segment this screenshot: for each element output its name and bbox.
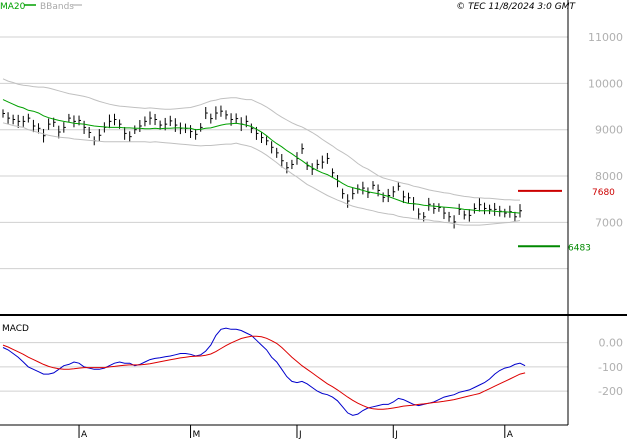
price-y-tick-label: 11000 <box>588 31 623 44</box>
x-tick-label: J <box>394 430 398 440</box>
x-tick-label: J <box>298 430 302 440</box>
price-y-axis: 11000 10000 9000 8000 7000 <box>588 31 623 229</box>
price-y-tick-label: 7000 <box>595 216 623 229</box>
price-y-tick-label: 9000 <box>595 124 623 137</box>
price-y-tick-label: 10000 <box>588 77 623 90</box>
ma-legend-label: MA20 <box>0 2 26 12</box>
price-y-tick-label: 8000 <box>595 170 623 183</box>
macd-y-tick-label: -200 <box>598 385 623 398</box>
macd-line <box>2 327 526 416</box>
macd-y-axis: 0.00 -100 -200 <box>598 337 623 398</box>
resistance-label: 7680 <box>592 188 615 198</box>
macd-y-tick-label: -100 <box>598 361 623 374</box>
macd-panel-label: MACD <box>2 324 29 334</box>
x-tick-label: M <box>193 430 201 440</box>
ma20-line <box>2 99 521 214</box>
x-tick-label: A <box>81 430 88 440</box>
chart-canvas: MA20 BBands © TEC 11/8/2024 3:0 GMT MACD… <box>0 0 627 440</box>
bb-legend-label: BBands <box>40 2 74 12</box>
x-tick-label: A <box>507 430 514 440</box>
macd-y-tick-label: 0.00 <box>599 337 624 350</box>
x-axis: AMJJA <box>78 425 514 440</box>
support-label: 6483 <box>568 243 591 253</box>
copyright-text: © TEC 11/8/2024 3:0 GMT <box>456 2 576 12</box>
price-grid <box>0 36 568 270</box>
